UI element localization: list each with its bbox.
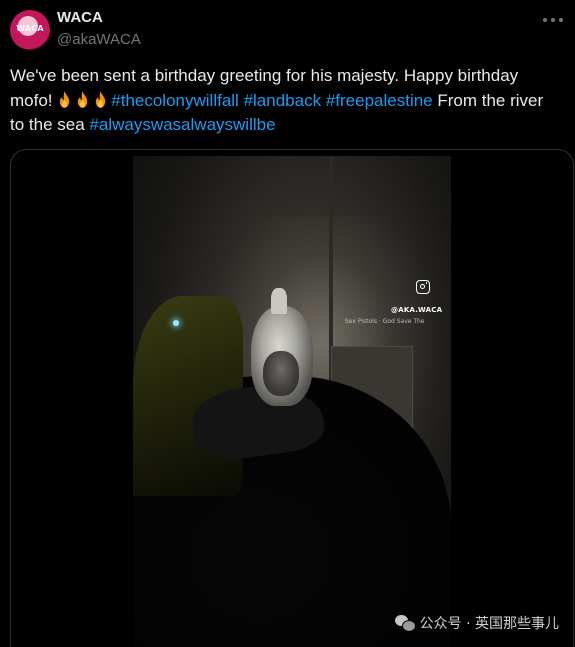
effigy-face [263,351,299,396]
video-player[interactable]: @AKA.WACA Sex Pistols · God Save The [133,156,451,647]
video-overlay-handle: @AKA.WACA [391,306,443,314]
watermark-text: 公众号 · 英国那些事儿 [419,616,559,632]
effigy-crown [271,288,287,314]
wechat-icon [394,615,416,632]
more-options-icon[interactable] [543,12,563,28]
media-container[interactable]: @AKA.WACA Sex Pistols · God Save The [10,149,574,647]
watermark: 公众号 · 英国那些事儿 [394,613,559,633]
instagram-icon [416,280,430,294]
video-overlay-track: Sex Pistols · God Save The [345,318,425,325]
hashtag-alwayswasalwayswillbe[interactable]: #alwayswasalwayswillbe [89,115,275,134]
fire-emoji-group [57,90,111,110]
fire-icon [78,90,88,108]
hashtag-thecolonywillfall[interactable]: #thecolonywillfall [111,91,239,110]
hashtag-freepalestine[interactable]: #freepalestine [326,91,433,110]
tweet: WACA WACA @akaWACA We've been sent a bir… [0,0,575,647]
avatar-logo-text: WACA [16,24,44,33]
author-display-name[interactable]: WACA [57,9,103,26]
fire-icon [96,90,106,108]
author-handle[interactable]: @akaWACA [57,31,141,48]
headlamp-light [173,320,179,326]
hashtag-landback[interactable]: #landback [244,91,322,110]
avatar[interactable]: WACA [10,10,50,50]
tweet-text: We've been sent a birthday greeting for … [10,64,558,138]
fire-icon [60,90,70,108]
